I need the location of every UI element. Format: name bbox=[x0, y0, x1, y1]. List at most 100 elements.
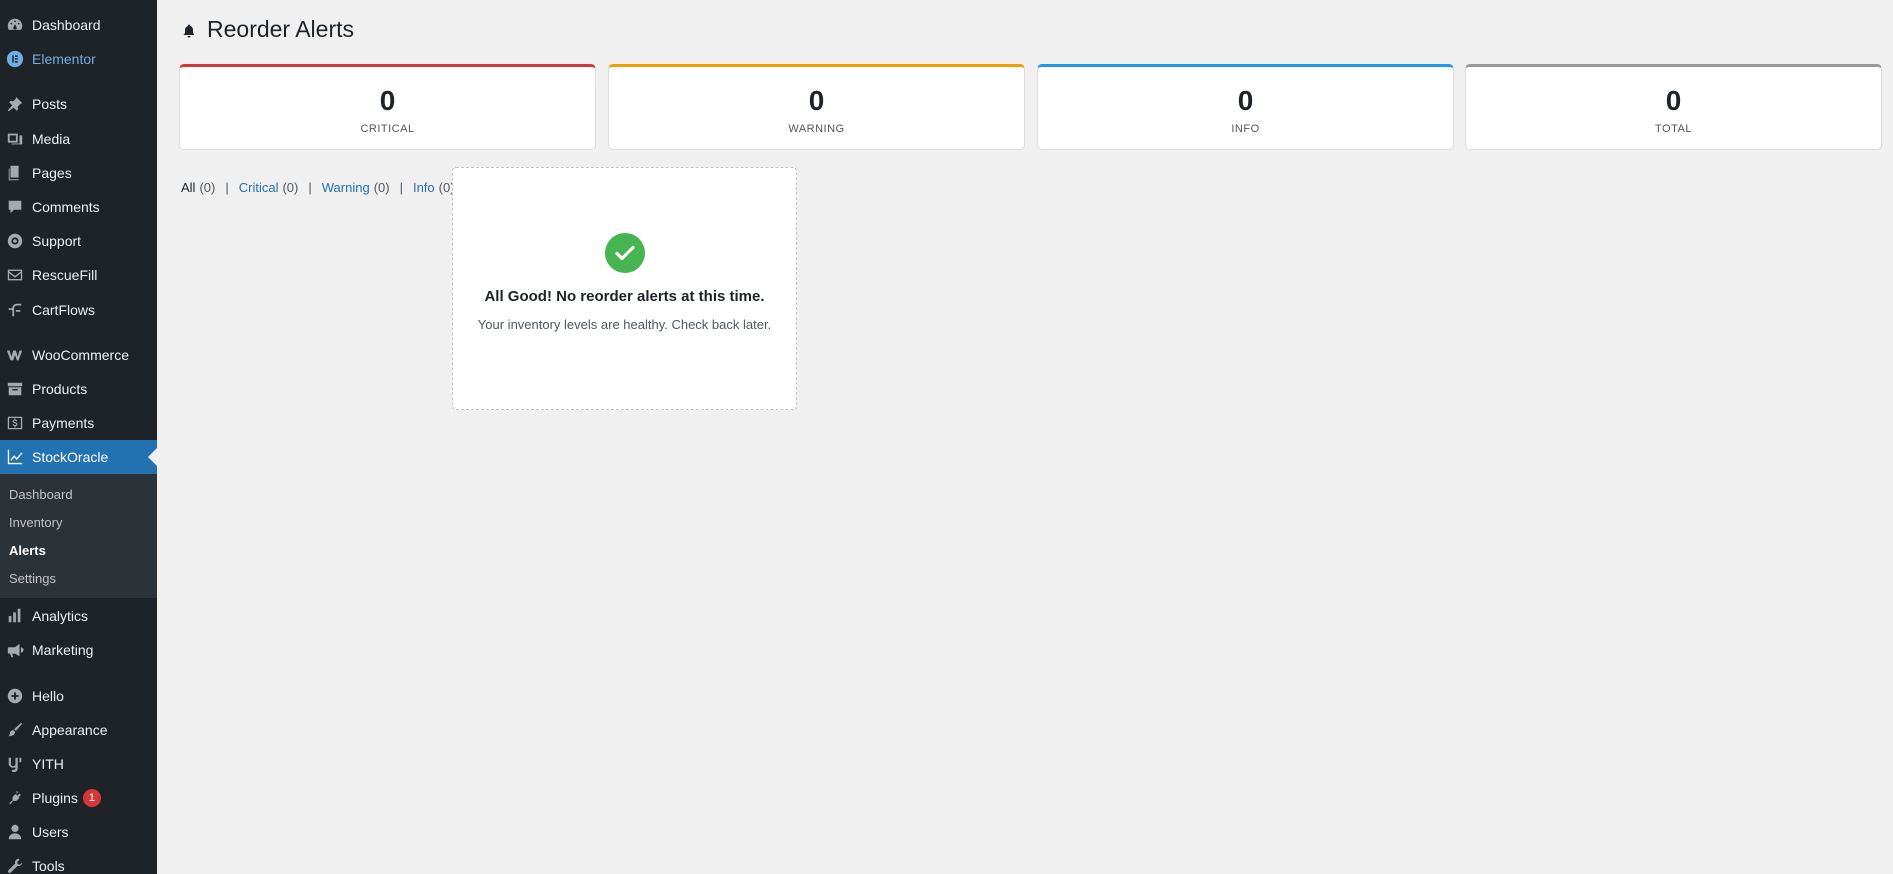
filter-critical[interactable]: Critical bbox=[239, 180, 279, 195]
dollar-icon bbox=[5, 413, 25, 433]
filter-count: (0) bbox=[199, 180, 216, 195]
menu-item-payments[interactable]: Payments bbox=[0, 406, 157, 440]
main-content: Reorder Alerts 0 CRITICAL 0 WARNING 0 IN… bbox=[157, 0, 1893, 874]
plugins-update-badge: 1 bbox=[82, 789, 101, 807]
menu-item-label: StockOracle bbox=[32, 449, 109, 465]
menu-item-woocommerce[interactable]: WooCommerce bbox=[0, 338, 157, 372]
stat-label: WARNING bbox=[788, 123, 845, 135]
menu-item-appearance[interactable]: Appearance bbox=[0, 713, 157, 747]
stat-label: INFO bbox=[1231, 123, 1260, 135]
menu-item-cartflows[interactable]: CartFlows bbox=[0, 293, 157, 327]
menu-item-label: Plugins bbox=[32, 790, 78, 806]
menu-item-label: Products bbox=[32, 381, 88, 397]
menu-item-comments[interactable]: Comments bbox=[0, 190, 157, 224]
menu-item-stockoracle[interactable]: StockOracle bbox=[0, 440, 157, 474]
stat-card-critical: 0 CRITICAL bbox=[179, 64, 596, 150]
stat-card-warning: 0 WARNING bbox=[608, 64, 1025, 150]
submenu-item-inventory[interactable]: Inventory bbox=[9, 515, 62, 530]
menu-item-plugins[interactable]: Plugins 1 bbox=[0, 781, 157, 815]
menu-item-tools[interactable]: Tools bbox=[0, 849, 157, 874]
submenu-item-dashboard[interactable]: Dashboard bbox=[9, 487, 73, 502]
plug-icon bbox=[5, 788, 25, 808]
woocommerce-icon bbox=[5, 345, 25, 365]
empty-state-title: All Good! No reorder alerts at this time… bbox=[484, 288, 765, 305]
menu-item-label: Elementor bbox=[32, 51, 96, 67]
stat-label: TOTAL bbox=[1655, 123, 1692, 135]
wrench-icon bbox=[5, 856, 25, 874]
stockoracle-submenu: Dashboard Inventory Alerts Settings bbox=[0, 474, 157, 598]
bell-icon bbox=[181, 18, 197, 37]
menu-item-rescuefill[interactable]: RescueFill bbox=[0, 258, 157, 292]
menu-item-label: Users bbox=[32, 824, 69, 840]
stat-value: 0 bbox=[1665, 85, 1682, 116]
empty-state-card: All Good! No reorder alerts at this time… bbox=[452, 167, 797, 410]
page-title-text: Reorder Alerts bbox=[207, 16, 355, 42]
alert-filter-links: All (0) | Critical (0) | Warning (0) | I… bbox=[181, 180, 455, 195]
menu-item-label: Posts bbox=[32, 96, 68, 112]
empty-state-message: Your inventory levels are healthy. Check… bbox=[477, 317, 772, 332]
menu-item-posts[interactable]: Posts bbox=[0, 87, 157, 121]
menu-item-analytics[interactable]: Analytics bbox=[0, 599, 157, 633]
menu-item-support[interactable]: Support bbox=[0, 224, 157, 258]
menu-item-label: CartFlows bbox=[32, 302, 96, 318]
pages-icon bbox=[5, 163, 25, 183]
plus-circle-icon bbox=[5, 686, 25, 706]
menu-item-dashboard[interactable]: Dashboard bbox=[0, 8, 157, 42]
stat-value: 0 bbox=[808, 85, 825, 116]
menu-item-label: WooCommerce bbox=[32, 347, 129, 363]
archive-icon bbox=[5, 379, 25, 399]
submenu-item-alerts[interactable]: Alerts bbox=[9, 543, 46, 558]
lifebuoy-icon bbox=[5, 231, 25, 251]
stat-card-total: 0 TOTAL bbox=[1465, 64, 1882, 150]
menu-item-hello[interactable]: Hello bbox=[0, 679, 157, 713]
brush-icon bbox=[5, 720, 25, 740]
elementor-icon bbox=[5, 49, 25, 69]
submenu-item-settings[interactable]: Settings bbox=[9, 571, 56, 586]
dashboard-icon bbox=[5, 15, 25, 35]
menu-item-label: Analytics bbox=[32, 608, 89, 624]
page-title: Reorder Alerts bbox=[181, 16, 354, 43]
filter-warning[interactable]: Warning bbox=[322, 180, 370, 195]
menu-item-label: Payments bbox=[32, 415, 95, 431]
filter-count: (0) bbox=[282, 180, 299, 195]
filter-separator: | bbox=[308, 180, 312, 195]
media-icon bbox=[5, 129, 25, 149]
menu-item-marketing[interactable]: Marketing bbox=[0, 633, 157, 667]
pin-icon bbox=[5, 94, 25, 114]
yith-icon bbox=[5, 754, 25, 774]
menu-item-label: YITH bbox=[32, 756, 64, 772]
user-icon bbox=[5, 822, 25, 842]
stat-label: CRITICAL bbox=[360, 123, 415, 135]
stat-value: 0 bbox=[379, 85, 396, 116]
envelope-icon bbox=[5, 265, 25, 285]
filter-all[interactable]: All bbox=[181, 180, 195, 195]
stat-card-info: 0 INFO bbox=[1037, 64, 1454, 150]
menu-item-label: Comments bbox=[32, 199, 100, 215]
check-circle-icon bbox=[605, 233, 645, 273]
menu-item-label: Support bbox=[32, 233, 82, 249]
cartflows-icon bbox=[5, 300, 25, 320]
menu-item-label: Hello bbox=[32, 688, 64, 704]
menu-item-label: Media bbox=[32, 131, 71, 147]
menu-item-label: RescueFill bbox=[32, 267, 98, 283]
menu-item-users[interactable]: Users bbox=[0, 815, 157, 849]
menu-item-media[interactable]: Media bbox=[0, 122, 157, 156]
filter-count: (0) bbox=[373, 180, 390, 195]
bar-chart-icon bbox=[5, 606, 25, 626]
admin-sidebar: Dashboard Elementor Posts Media Pages Co… bbox=[0, 0, 157, 874]
menu-item-pages[interactable]: Pages bbox=[0, 156, 157, 190]
menu-item-yith[interactable]: YITH bbox=[0, 747, 157, 781]
menu-item-elementor[interactable]: Elementor bbox=[0, 42, 157, 76]
menu-item-label: Tools bbox=[32, 858, 65, 874]
filter-separator: | bbox=[399, 180, 403, 195]
menu-item-label: Marketing bbox=[32, 642, 94, 658]
comment-icon bbox=[5, 197, 25, 217]
chart-line-icon bbox=[5, 447, 25, 467]
filter-separator: | bbox=[225, 180, 229, 195]
filter-info[interactable]: Info bbox=[413, 180, 435, 195]
megaphone-icon bbox=[5, 640, 25, 660]
menu-item-products[interactable]: Products bbox=[0, 372, 157, 406]
menu-item-label: Pages bbox=[32, 165, 72, 181]
menu-item-label: Dashboard bbox=[32, 17, 101, 33]
menu-item-label: Appearance bbox=[32, 722, 108, 738]
